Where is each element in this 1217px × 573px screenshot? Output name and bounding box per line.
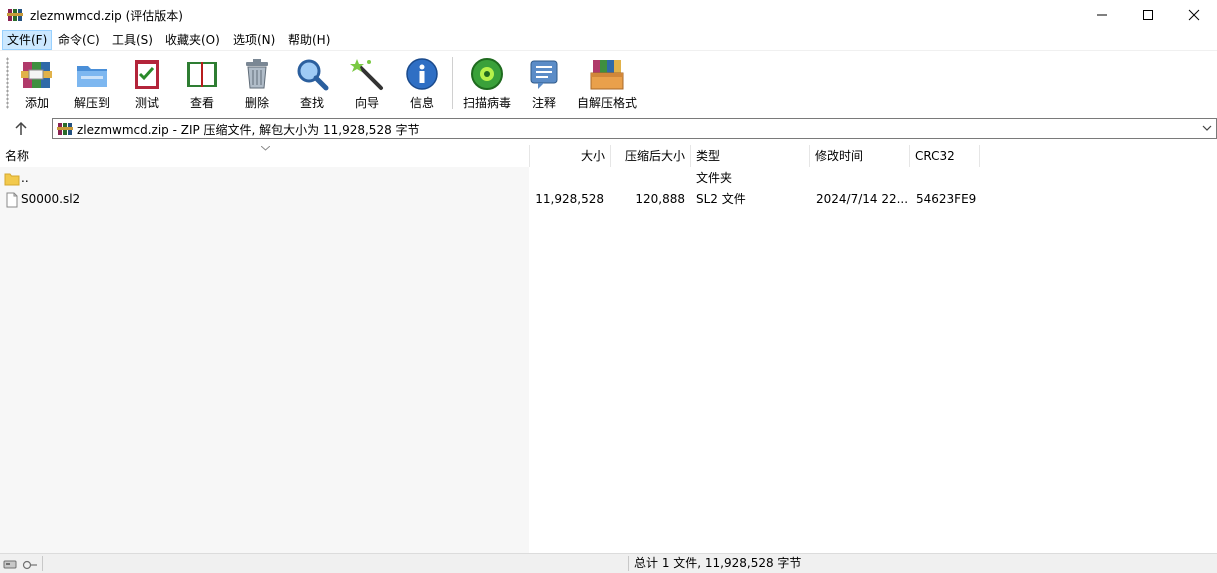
menu-commands[interactable]: 命令(C): [54, 30, 104, 50]
status-divider: [628, 556, 629, 571]
list-header: 名称 大小 压缩后大小 类型 修改时间 CRC32: [0, 145, 1217, 167]
drive-key-icon[interactable]: [3, 557, 39, 571]
minimize-button[interactable]: [1079, 0, 1125, 30]
sfx-label: 自解压格式: [576, 96, 637, 110]
table-row-parent[interactable]: .. 文件夹: [0, 168, 1217, 189]
row-crc: 54623FE9: [916, 192, 977, 206]
column-name-label: 名称: [5, 149, 30, 163]
test-checklist-icon: [135, 60, 159, 89]
row-modified: 2024/7/14 22...: [816, 192, 908, 206]
close-button[interactable]: [1171, 0, 1217, 30]
view-book-icon: [187, 62, 217, 87]
close-icon: [1188, 9, 1200, 21]
zip-archive-icon: [57, 123, 73, 135]
column-size[interactable]: 大小: [530, 145, 611, 167]
menu-file[interactable]: 文件(F): [2, 30, 53, 50]
comment-note-icon: [530, 60, 558, 89]
menu-tools[interactable]: 工具(S): [108, 30, 157, 50]
row-size: 11,928,528: [535, 192, 604, 206]
column-packed[interactable]: 压缩后大小: [611, 145, 691, 167]
table-row-file[interactable]: S0000.sl2 11,928,528 120,888 SL2 文件 2024…: [0, 189, 1217, 210]
column-name[interactable]: 名称: [0, 145, 530, 167]
extract-folder-icon: [77, 66, 107, 87]
menu-favorites[interactable]: 收藏夹(O): [161, 30, 224, 50]
menu-bar: 文件(F) 命令(C) 工具(S) 收藏夹(O) 选项(N) 帮助(H): [0, 30, 1217, 50]
column-type[interactable]: 类型: [691, 145, 810, 167]
winrar-app-icon: [7, 9, 23, 21]
column-modified[interactable]: 修改时间: [810, 145, 910, 167]
path-field[interactable]: zlezmwmcd.zip - ZIP 压缩文件, 解包大小为 11,928,5…: [52, 118, 1217, 139]
row-type: 文件夹: [696, 171, 733, 185]
info-icon: [406, 58, 438, 90]
file-list: 名称 大小 压缩后大小 类型 修改时间 CRC32 .. 文件夹 S0000.s…: [0, 145, 1217, 553]
title-bar: zlezmwmcd.zip (评估版本): [0, 0, 1217, 30]
add-archive-icon: [21, 62, 52, 88]
sfx-button[interactable]: 自解压格式: [577, 54, 637, 112]
status-summary: 总计 1 文件, 11,928,528 字节: [634, 556, 802, 570]
minimize-icon: [1097, 14, 1107, 16]
info-button[interactable]: 信息: [394, 54, 450, 112]
magnifier-icon: [297, 59, 329, 91]
window-title: zlezmwmcd.zip (评估版本): [30, 9, 183, 23]
row-name: S0000.sl2: [21, 192, 81, 206]
up-arrow-icon[interactable]: [12, 120, 30, 138]
row-type: SL2 文件: [696, 192, 746, 206]
file-icon: [6, 192, 18, 208]
row-name: ..: [21, 171, 29, 185]
toolbar: 添加 解压到 测试 查看 删除 查找 向导 信息 扫描病毒 注释 自解压格式: [0, 50, 1217, 115]
status-divider: [42, 556, 43, 571]
menu-options[interactable]: 选项(N): [229, 30, 279, 50]
virus-scan-icon: [471, 58, 503, 90]
chevron-down-icon[interactable]: [1200, 121, 1214, 135]
comment-button[interactable]: 注释: [516, 54, 572, 112]
trash-icon: [246, 59, 268, 89]
maximize-icon: [1143, 10, 1153, 20]
sfx-box-icon: [590, 60, 624, 90]
address-bar: zlezmwmcd.zip - ZIP 压缩文件, 解包大小为 11,928,5…: [0, 115, 1217, 143]
menu-help[interactable]: 帮助(H): [284, 30, 334, 50]
column-crc[interactable]: CRC32: [910, 145, 980, 167]
archive-path: zlezmwmcd.zip - ZIP 压缩文件, 解包大小为 11,928,5…: [77, 123, 420, 137]
status-bar: 总计 1 文件, 11,928,528 字节: [0, 553, 1217, 573]
magic-wand-icon: [350, 59, 383, 90]
sort-indicator-icon: [261, 146, 270, 151]
folder-icon: [4, 173, 20, 186]
row-packed: 120,888: [635, 192, 685, 206]
name-column-background: [0, 167, 529, 553]
maximize-button[interactable]: [1125, 0, 1171, 30]
